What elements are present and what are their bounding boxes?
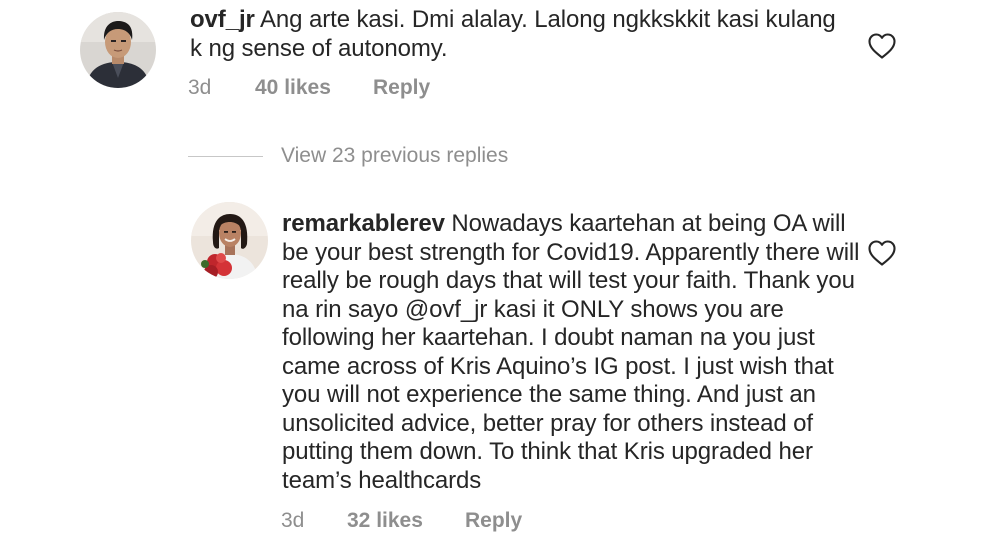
comment-1-meta: 3d 40 likes Reply [188, 76, 430, 100]
comment-1-timestamp[interactable]: 3d [188, 76, 255, 100]
comment-2-meta: 3d 32 likes Reply [281, 509, 522, 533]
comment-1-reply-button[interactable]: Reply [373, 76, 430, 100]
comment-1-body: Ang arte kasi. Dmi alalay. Lalong ngkksk… [190, 6, 836, 62]
comment-1-likes[interactable]: 40 likes [255, 76, 373, 100]
avatar-ovf-jr[interactable] [80, 12, 156, 88]
comment-1-username[interactable]: ovf_jr [190, 6, 255, 33]
heart-outline-icon[interactable] [868, 240, 896, 266]
comment-2-body-part-2: kasi it ONLY shows you are following her… [282, 295, 834, 494]
avatar-remarkablerev[interactable] [191, 202, 268, 279]
view-previous-replies-label: View 23 previous replies [281, 144, 509, 167]
comment-2-reply-button[interactable]: Reply [465, 509, 522, 533]
replies-divider-line [188, 155, 263, 157]
comment-2-username[interactable]: remarkablerev [282, 210, 445, 237]
view-previous-replies-button[interactable]: View 23 previous replies [188, 144, 508, 168]
comment-2-text: remarkablerev Nowadays kaartehan at bein… [282, 210, 862, 495]
comment-1-text: ovf_jr Ang arte kasi. Dmi alalay. Lalong… [190, 6, 850, 63]
comment-2-timestamp[interactable]: 3d [281, 509, 347, 533]
comment-2-mention-link[interactable]: @ovf_jr [405, 296, 487, 323]
comment-2-likes[interactable]: 32 likes [347, 509, 465, 533]
heart-outline-icon[interactable] [868, 33, 896, 59]
